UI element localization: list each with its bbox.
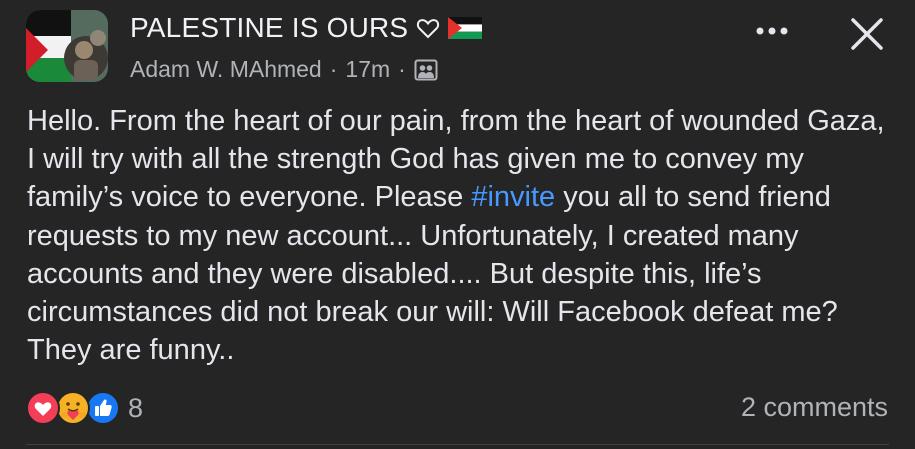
- hashtag-link[interactable]: #invite: [471, 181, 555, 213]
- comments-link[interactable]: 2 comments: [741, 392, 888, 423]
- meta-separator-2: ·: [398, 56, 406, 82]
- group-name[interactable]: PALESTINE IS OURS: [130, 12, 483, 44]
- post-body: Hello. From the heart of our pain, from …: [27, 102, 897, 369]
- post-header: PALESTINE IS OURS Adam W. MAhmed · 17m ·: [0, 0, 915, 100]
- group-avatar[interactable]: [26, 10, 108, 82]
- meta-separator: ·: [329, 56, 338, 82]
- close-button[interactable]: [845, 12, 889, 56]
- group-avatar-image: [26, 10, 108, 82]
- reaction-count[interactable]: 8: [128, 393, 143, 424]
- footer-divider: [26, 444, 889, 445]
- more-options-button[interactable]: [752, 18, 792, 44]
- group-name-text[interactable]: PALESTINE IS OURS: [130, 12, 408, 44]
- close-icon: [851, 18, 883, 50]
- palestine-flag-icon: [448, 17, 483, 39]
- reactions-summary[interactable]: 8: [26, 390, 143, 426]
- author-name[interactable]: Adam W. MAhmed: [130, 56, 322, 83]
- more-dots-icon: [756, 27, 788, 35]
- post-meta: Adam W. MAhmed · 17m ·: [130, 56, 438, 83]
- love-reaction-icon: [26, 391, 60, 425]
- heart-outline-icon: [417, 19, 440, 39]
- like-reaction-icon: [86, 391, 120, 425]
- group-privacy-icon: [414, 59, 438, 80]
- care-reaction-icon: [56, 391, 90, 425]
- post-time[interactable]: 17m: [345, 56, 390, 83]
